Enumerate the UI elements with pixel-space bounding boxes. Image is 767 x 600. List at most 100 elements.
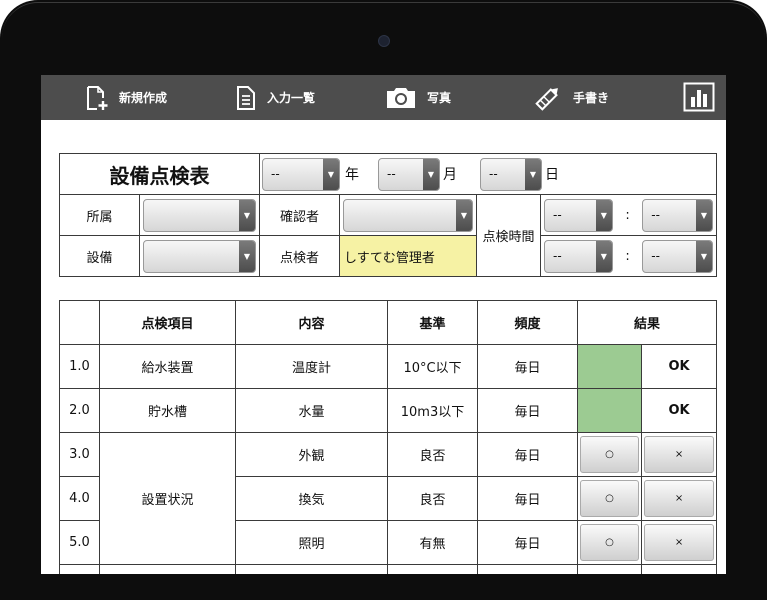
camera-icon — [385, 86, 417, 110]
result-good-button[interactable]: ○ — [580, 480, 639, 517]
header-number — [59, 300, 100, 345]
header-standard: 基準 — [387, 300, 478, 345]
header-result: 結果 — [576, 300, 718, 345]
row-standard: 良否 — [387, 432, 478, 477]
day-unit: 日 — [545, 167, 559, 183]
chevron-down-icon: ▼ — [423, 158, 439, 190]
handwriting-button[interactable]: 手書き — [533, 75, 609, 120]
row-item — [99, 564, 236, 574]
pencil-icon — [533, 84, 563, 112]
toolbar: 新規作成 入力一覧 写真 手書き — [41, 75, 726, 120]
equipment-select[interactable]: ▼ — [143, 239, 256, 273]
form-title: 設備点検表 — [59, 153, 260, 195]
row-number: 2.0 — [59, 388, 100, 433]
handwriting-label: 手書き — [573, 91, 610, 105]
month-unit: 月 — [443, 167, 457, 183]
row-content: 水量 — [235, 388, 388, 433]
result-ok-text: OK — [640, 344, 718, 389]
chart-button[interactable] — [683, 82, 715, 112]
row-standard — [387, 564, 478, 574]
result-bad-cell: × — [640, 432, 718, 477]
table-row: 1.0 給水装置 温度計 10°C以下 毎日 OK — [59, 344, 718, 389]
row-content: 温度計 — [235, 344, 388, 389]
inspector-label: 点検者 — [259, 235, 340, 277]
result-bad-button[interactable]: × — [644, 524, 715, 561]
header-frequency: 頻度 — [477, 300, 578, 345]
chevron-down-icon: ▼ — [595, 240, 612, 272]
table-row: 2.0 貯水槽 水量 10m3以下 毎日 OK — [59, 388, 718, 433]
row-content: 外観 — [235, 432, 388, 477]
affiliation-label: 所属 — [59, 194, 140, 236]
end-hour-select[interactable]: -- ▼ — [544, 239, 613, 273]
chevron-down-icon: ▼ — [525, 158, 541, 190]
year-select[interactable]: -- ▼ — [262, 157, 340, 191]
group-item-label: 設置状況 — [99, 432, 236, 565]
result-bad-button[interactable]: × — [644, 480, 715, 517]
row-number: 1.0 — [59, 344, 100, 389]
start-time-cell: -- ▼ : -- ▼ — [540, 194, 717, 236]
new-document-button[interactable]: 新規作成 — [85, 75, 167, 120]
new-document-icon — [85, 85, 109, 111]
year-unit: 年 — [345, 167, 359, 183]
time-separator: : — [625, 248, 630, 264]
input-list-button[interactable]: 入力一覧 — [235, 75, 315, 120]
photo-label: 写真 — [427, 91, 452, 105]
row-frequency: 毎日 — [477, 432, 578, 477]
row-content: 換気 — [235, 476, 388, 521]
result-good-cell — [577, 564, 642, 574]
row-number: 5.0 — [59, 520, 100, 565]
result-indicator[interactable] — [577, 344, 642, 389]
result-bad-cell: × — [640, 476, 718, 521]
result-good-cell: ○ — [577, 520, 642, 565]
inspector-value[interactable]: しすてむ管理者 — [339, 235, 477, 277]
inspection-header-form: 設備点検表 -- ▼ 年 -- ▼ 月 -- ▼ 日 所属 ▼ 確認者 ▼ 点検時間 … — [59, 153, 717, 277]
chevron-down-icon: ▼ — [695, 240, 712, 272]
row-frequency: 毎日 — [477, 388, 578, 433]
month-select[interactable]: -- ▼ — [378, 157, 440, 191]
photo-button[interactable]: 写真 — [385, 75, 451, 120]
row-standard: 10m3以下 — [387, 388, 478, 433]
day-select[interactable]: -- ▼ — [480, 157, 542, 191]
confirmer-label: 確認者 — [259, 194, 340, 236]
result-bad-button[interactable]: × — [644, 436, 715, 473]
row-frequency: 毎日 — [477, 520, 578, 565]
row-number — [59, 564, 100, 574]
app-screen: 新規作成 入力一覧 写真 手書き 設備点検表 -- ▼ 年 -- ▼ 月 -- … — [41, 75, 726, 574]
inspection-items-table: 点検項目 内容 基準 頻度 結果 1.0 給水装置 温度計 10°C以下 毎日 … — [59, 300, 718, 574]
result-ok-text: OK — [640, 388, 718, 433]
row-standard: 10°C以下 — [387, 344, 478, 389]
table-row: 3.0 設置状況 外観 良否 毎日 ○ × — [59, 432, 718, 565]
chevron-down-icon: ▼ — [239, 199, 255, 231]
result-good-button[interactable]: ○ — [580, 524, 639, 561]
start-minute-select[interactable]: -- ▼ — [642, 198, 713, 232]
row-number: 3.0 — [59, 432, 100, 477]
start-hour-select[interactable]: -- ▼ — [544, 198, 613, 232]
row-frequency: 毎日 — [477, 344, 578, 389]
time-separator: : — [625, 207, 630, 223]
result-good-cell: ○ — [577, 476, 642, 521]
result-bad-cell — [640, 564, 718, 574]
affiliation-select[interactable]: ▼ — [143, 198, 256, 232]
confirmer-select[interactable]: ▼ — [343, 198, 473, 232]
affiliation-cell: ▼ — [139, 194, 260, 236]
header-item: 点検項目 — [99, 300, 236, 345]
end-minute-select[interactable]: -- ▼ — [642, 239, 713, 273]
new-document-label: 新規作成 — [119, 91, 168, 105]
input-list-label: 入力一覧 — [267, 91, 316, 105]
confirmer-cell: ▼ — [339, 194, 477, 236]
row-standard: 良否 — [387, 476, 478, 521]
row-frequency: 毎日 — [477, 476, 578, 521]
table-row-partial — [59, 564, 718, 574]
equipment-label: 設備 — [59, 235, 140, 277]
inspection-time-label: 点検時間 — [476, 194, 541, 277]
row-content: 照明 — [235, 520, 388, 565]
date-row: -- ▼ 年 -- ▼ 月 -- ▼ 日 — [259, 153, 717, 195]
row-frequency — [477, 564, 578, 574]
row-standard: 有無 — [387, 520, 478, 565]
chevron-down-icon: ▼ — [595, 199, 612, 231]
chevron-down-icon: ▼ — [323, 158, 339, 190]
chevron-down-icon: ▼ — [456, 199, 472, 231]
result-indicator[interactable] — [577, 388, 642, 433]
result-good-button[interactable]: ○ — [580, 436, 639, 473]
document-list-icon — [235, 85, 257, 111]
